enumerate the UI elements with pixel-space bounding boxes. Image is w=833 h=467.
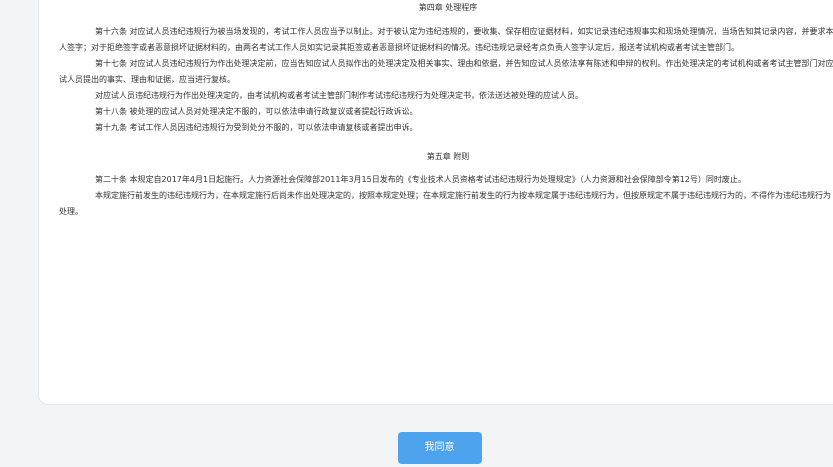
article-17-paragraph: 第十七条 对应试人员违纪违规行为作出处理决定前，应当告知应试人员拟作出的处理决定…: [59, 59, 833, 84]
article-18-paragraph: 第十八条 被处理的应试人员对处理决定不服的，可以依法申请行政复议或者提起行政诉讼…: [95, 107, 418, 116]
regulation-document-panel: 第四章 处理程序 第十六条 对应试人员违纪违规行为被当场发现的，考试工作人员应当…: [38, 0, 833, 405]
action-bar: 我同意: [0, 432, 833, 464]
decision-delivery-paragraph: 对应试人员违纪违规行为作出处理决定的，由考试机构或者考试主管部门制作考试违纪违规…: [95, 91, 583, 100]
article-20-paragraph: 第二十条 本规定自2017年4月1日起施行。人力资源社会保障部2011年3月15…: [95, 175, 746, 184]
chapter-4-heading: 第四章 处理程序: [418, 3, 478, 12]
article-16-paragraph: 第十六条 对应试人员违纪违规行为被当场发现的，考试工作人员应当予以制止。对于被认…: [59, 27, 833, 52]
article-19-paragraph: 第十九条 考试工作人员因违纪违规行为受到处分不服的，可以依法申请复核或者提出申诉…: [95, 123, 418, 132]
agree-button[interactable]: 我同意: [397, 432, 482, 464]
chapter-5-heading: 第五章 附则: [426, 152, 470, 161]
transitional-provision-paragraph: 本规定施行前发生的违纪违规行为，在本规定施行后尚未作出处理决定的，按照本规定处理…: [59, 191, 831, 216]
